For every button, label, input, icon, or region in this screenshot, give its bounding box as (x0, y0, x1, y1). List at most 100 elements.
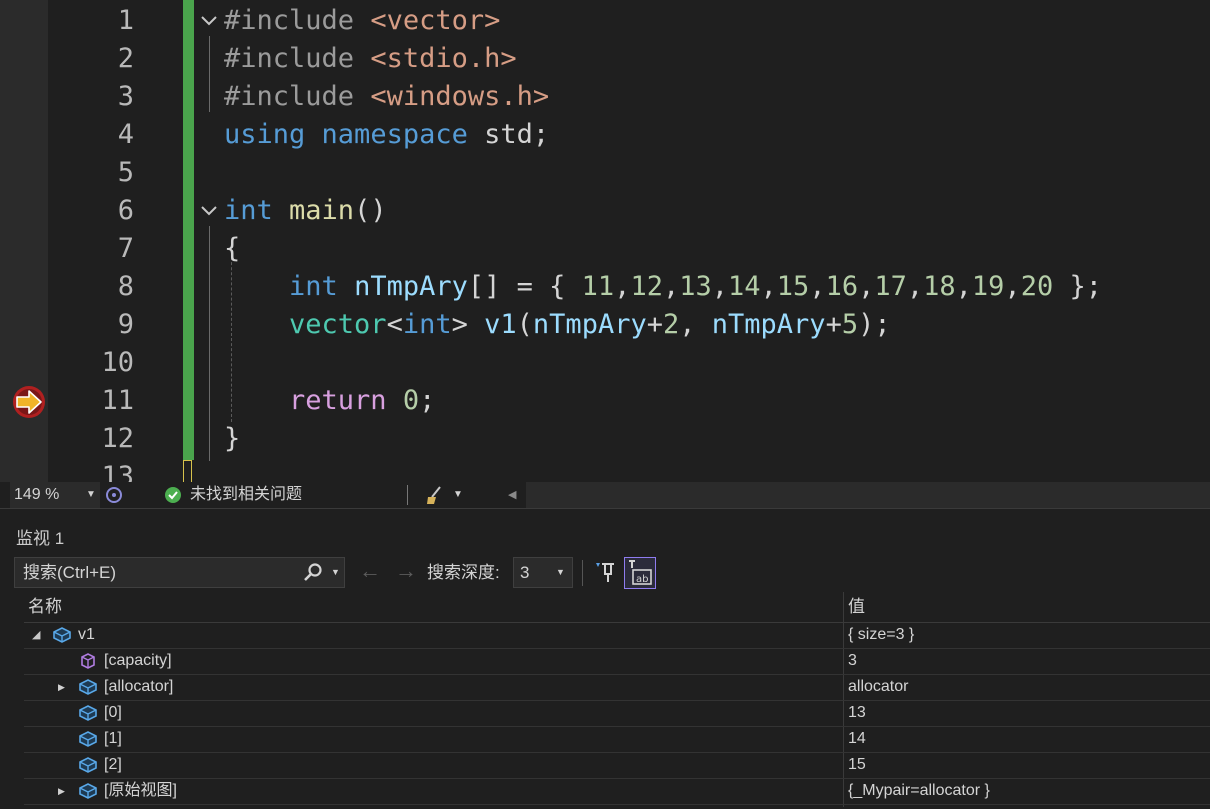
code-token: return (289, 385, 403, 416)
code-token: , (858, 271, 875, 302)
zoom-dropdown[interactable]: 149 % ▼ (10, 482, 100, 508)
code-token: nTmpAry (532, 309, 647, 340)
watch-item-name[interactable]: v1 (78, 622, 95, 648)
fold-chevron-icon[interactable] (200, 2, 218, 40)
watch-row[interactable]: ▶ [原始视图] {_Mypair=allocator } (24, 778, 1210, 805)
search-placeholder: 搜索(Ctrl+E) (23, 563, 117, 582)
toolbar-divider (582, 560, 583, 586)
watch-item-name[interactable]: [allocator] (104, 674, 173, 700)
view-as-text-toggle-icon[interactable]: ab (624, 557, 656, 589)
code-token: 13 (679, 271, 712, 302)
line-number: 7 (117, 233, 134, 264)
line-number: 6 (117, 195, 134, 226)
line-number-gutter: 1 2 3 4 5 6 7 8 9 10 11 12 13 (48, 0, 138, 482)
fold-chevron-icon[interactable] (200, 192, 218, 230)
object-cube-icon (52, 626, 72, 644)
code-line[interactable]: using namespace std; (224, 116, 549, 154)
watch-item-value[interactable]: {_Mypair=allocator } (848, 778, 990, 804)
chevron-down-icon: ▼ (556, 567, 565, 577)
code-token: int (289, 271, 355, 302)
watch-item-value[interactable]: { size=3 } (848, 622, 914, 648)
code-line[interactable]: int main() (224, 192, 387, 230)
code-token: namespace (321, 119, 485, 150)
watch-item-value[interactable]: allocator (848, 674, 908, 700)
code-token: , (614, 271, 631, 302)
object-cube-icon (78, 678, 98, 696)
code-token: , (809, 271, 826, 302)
value-column-header[interactable]: 值 (848, 592, 865, 622)
chevron-down-icon[interactable]: ▼ (331, 558, 340, 587)
watch-row[interactable]: ◢ v1 { size=3 } (24, 622, 1210, 649)
code-token: 14 (728, 271, 761, 302)
watch-row[interactable]: [1] 14 (24, 726, 1210, 753)
code-line[interactable]: #include <stdio.h> (224, 40, 517, 78)
search-depth-label: 搜索深度: (427, 563, 500, 582)
watch-row[interactable]: ▶ [allocator] allocator (24, 674, 1210, 701)
code-token: v1 (484, 309, 517, 340)
search-back-arrow-icon[interactable]: ← (359, 558, 381, 584)
code-token: , (1004, 271, 1021, 302)
code-editor[interactable]: 1 2 3 4 5 6 7 8 9 10 11 12 13 #include <vector> #incl… (0, 0, 1210, 482)
watch-grid-header: 名称 值 (24, 592, 1210, 623)
watch-item-value[interactable]: 13 (848, 700, 866, 726)
code-line[interactable]: #include <windows.h> (224, 78, 549, 116)
watch-item-value[interactable]: 3 (848, 648, 857, 674)
code-token: <vector> (370, 5, 501, 36)
chevron-down-icon[interactable]: ▼ (453, 482, 463, 508)
code-line[interactable]: return 0; (224, 382, 435, 420)
expand-triangle-down-icon[interactable]: ◢ (32, 622, 44, 648)
scroll-left-icon[interactable]: ◀ (508, 482, 516, 508)
watch-row[interactable]: [0] 13 (24, 700, 1210, 727)
watch-row[interactable]: [2] 15 (24, 752, 1210, 779)
code-token: vector (289, 309, 387, 340)
line-number: 11 (101, 385, 134, 416)
code-token: ; (419, 385, 436, 416)
watch-row[interactable]: [capacity] 3 (24, 648, 1210, 675)
watch-item-name[interactable]: [0] (104, 700, 122, 726)
code-line[interactable]: #include <vector> (224, 2, 500, 40)
watch-item-name[interactable]: [2] (104, 752, 122, 778)
search-depth-dropdown[interactable]: 3 ▼ (513, 557, 573, 588)
code-token: , (955, 271, 972, 302)
code-line[interactable]: vector<int> v1(nTmpAry+2, nTmpAry+5); (224, 306, 891, 344)
line-number: 10 (101, 347, 134, 378)
code-token: , (760, 271, 777, 302)
code-token: 17 (874, 271, 907, 302)
watch-item-value[interactable]: 15 (848, 752, 866, 778)
code-line[interactable]: int nTmpAry[] = { 11,12,13,14,15,16,17,1… (224, 268, 1102, 306)
name-column-header[interactable]: 名称 (28, 592, 62, 622)
issues-status-text[interactable]: 未找到相关问题 (190, 482, 302, 508)
watch-item-name[interactable]: [capacity] (104, 648, 172, 674)
code-token: using (224, 119, 322, 150)
watch-window-title[interactable]: 监视 1 (16, 524, 64, 549)
code-line[interactable]: } (224, 420, 240, 458)
expand-triangle-right-icon[interactable]: ▶ (58, 778, 70, 804)
expand-triangle-right-icon[interactable]: ▶ (58, 674, 70, 700)
code-cleanup-broom-icon[interactable] (426, 485, 448, 510)
line-number: 12 (101, 423, 134, 454)
pin-icon[interactable] (594, 560, 618, 589)
code-token: < (386, 309, 403, 340)
code-token: 0 (402, 385, 420, 416)
property-cube-icon (78, 652, 98, 670)
watch-item-name[interactable]: [原始视图] (104, 778, 177, 804)
line-number: 5 (117, 157, 134, 188)
code-token: > (451, 309, 485, 340)
code-token: nTmpAry (711, 309, 826, 340)
search-forward-arrow-icon[interactable]: → (395, 558, 417, 584)
watch-toolbar: 搜索(Ctrl+E) ▼ ← → 搜索深度: 3 ▼ ab (10, 556, 1210, 590)
watch-item-name[interactable]: [1] (104, 726, 122, 752)
check-circle-icon (164, 486, 182, 509)
code-token: { (224, 233, 241, 264)
line-number: 1 (117, 5, 134, 36)
line-number: 2 (117, 43, 134, 74)
watch-search-input[interactable]: 搜索(Ctrl+E) ▼ (14, 557, 345, 588)
code-token: , (662, 271, 680, 302)
code-line[interactable]: { (224, 230, 240, 268)
watch-item-value[interactable]: 14 (848, 726, 866, 752)
code-token: [] = { (467, 271, 582, 302)
object-cube-icon (78, 730, 98, 748)
copilot-icon[interactable] (104, 485, 124, 510)
search-icon[interactable] (303, 562, 323, 591)
horizontal-scrollbar-track[interactable] (526, 482, 1210, 508)
